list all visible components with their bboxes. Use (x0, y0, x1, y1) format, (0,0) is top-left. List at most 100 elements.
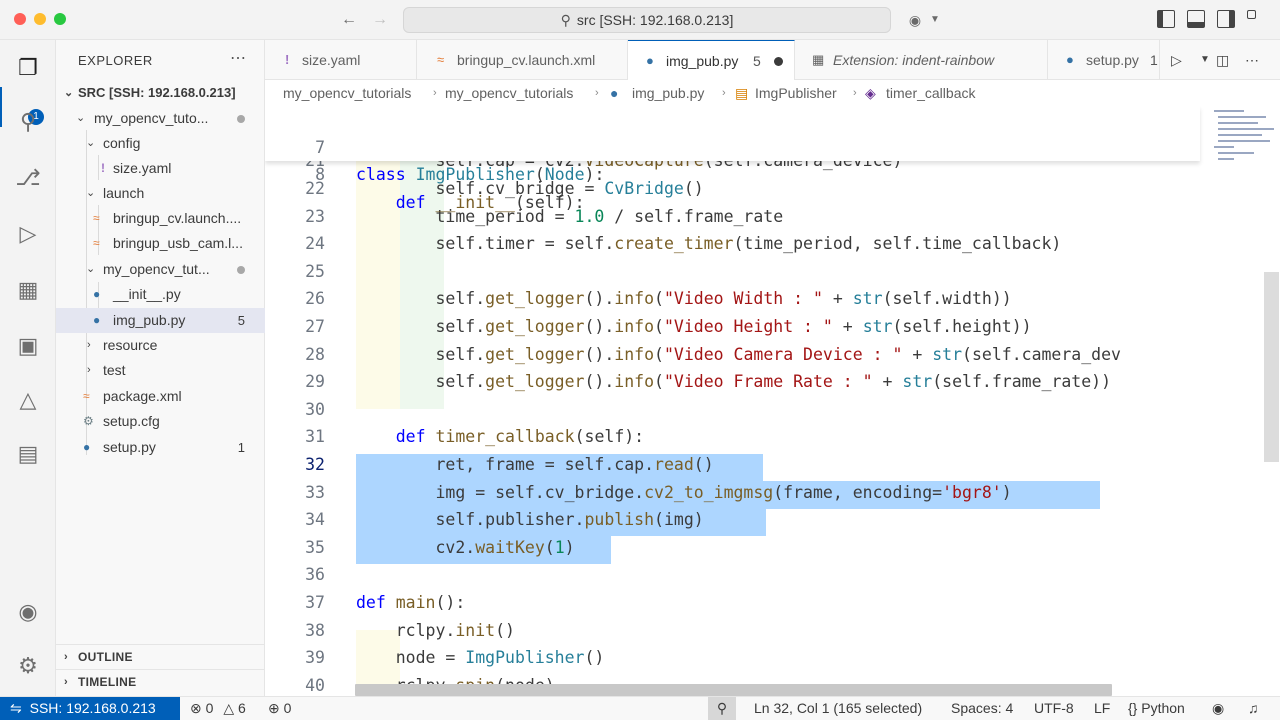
language-mode[interactable]: {} Python (1128, 697, 1185, 720)
code-line[interactable]: 32 ret, frame = self.cap.read() (265, 451, 1205, 479)
more-actions-icon[interactable]: ⋯ (230, 48, 246, 68)
problem-count-badge: 5 (237, 313, 245, 328)
ports-indicator[interactable]: ⊕ 0 (268, 697, 291, 720)
tree-file-init-py[interactable]: ● __init__.py (56, 282, 265, 307)
tab-size-yaml[interactable]: ! size.yaml (265, 40, 417, 80)
tree-file-setup-cfg[interactable]: ⚙ setup.cfg (56, 409, 265, 434)
zoom-window-button[interactable] (54, 13, 66, 25)
code-line[interactable]: 36 (265, 561, 1205, 589)
minimap-line (1218, 128, 1274, 130)
minimize-window-button[interactable] (34, 13, 46, 25)
tree-file-setup-py[interactable]: ● setup.py 1 (56, 435, 265, 460)
toggle-sidebar-icon[interactable] (1157, 10, 1175, 28)
tree-file-bringup-cv[interactable]: ≈ bringup_cv.launch.... (56, 206, 265, 231)
code-line[interactable]: 39 node = ImgPublisher() (265, 644, 1205, 672)
source-control-icon[interactable]: ⎇ (14, 164, 42, 192)
tree-item-label: setup.cfg (103, 413, 160, 429)
code-line[interactable]: 25 (265, 258, 1205, 286)
gear-icon: ⚙ (83, 414, 94, 428)
vertical-scrollbar[interactable] (1264, 272, 1279, 462)
cursor-position[interactable]: Ln 32, Col 1 (165 selected) (754, 697, 922, 720)
workspace-root-label: SRC [SSH: 192.168.0.213] (78, 85, 236, 100)
line-number: 26 (305, 289, 325, 309)
tab-setup-py[interactable]: ● setup.py 1 (1048, 40, 1160, 80)
indentation[interactable]: Spaces: 4 (951, 697, 1013, 720)
workspace-root[interactable]: ⌄ SRC [SSH: 192.168.0.213] (56, 81, 265, 105)
code-line[interactable]: 38 rclpy.init() (265, 617, 1205, 645)
class-symbol-icon: ▤ (735, 85, 749, 101)
code-line[interactable]: 24 self.timer = self.create_timer(time_p… (265, 230, 1205, 258)
code-line[interactable]: 33 img = self.cv_bridge.cv2_to_imgmsg(fr… (265, 479, 1205, 507)
code-line[interactable]: 35 cv2.waitKey(1) (265, 534, 1205, 562)
code-line[interactable]: 26 self.get_logger().info("Video Width :… (265, 285, 1205, 313)
toggle-panel-icon[interactable] (1187, 10, 1205, 28)
end-of-line[interactable]: LF (1094, 697, 1110, 720)
tree-file-size-yaml[interactable]: ! size.yaml (56, 156, 265, 181)
code-line[interactable]: 29 self.get_logger().info("Video Frame R… (265, 368, 1205, 396)
code-line[interactable]: 31 def timer_callback(self): (265, 423, 1205, 451)
account-icon[interactable]: ◉ (14, 598, 42, 626)
minimap[interactable] (1210, 106, 1280, 176)
tree-folder-launch[interactable]: ⌄ launch (56, 181, 265, 206)
tree-folder-module[interactable]: ⌄ my_opencv_tut... (56, 257, 265, 282)
tree-item-label: resource (103, 337, 158, 353)
remote-explorer-icon[interactable]: ▣ (14, 332, 42, 360)
ports-icon[interactable]: ▤ (14, 440, 42, 468)
encoding[interactable]: UTF-8 (1034, 697, 1074, 720)
sticky-scroll[interactable]: 7 class ImgPublisher(Node): 8 def __init… (265, 106, 1200, 212)
tab-extension-indent-rainbow[interactable]: ▦ Extension: indent-rainbow (795, 40, 1048, 80)
extensions-icon[interactable]: ▦ (14, 276, 42, 304)
code-text: node = ImgPublisher() (356, 648, 605, 668)
customize-layout-icon[interactable] (1247, 10, 1256, 19)
line-number: 25 (305, 261, 325, 281)
search-icon[interactable]: ⚲ (14, 108, 42, 136)
code-line[interactable]: 30 (265, 396, 1205, 424)
toggle-secondary-sidebar-icon[interactable] (1217, 10, 1235, 28)
tree-folder-resource[interactable]: › resource (56, 333, 265, 358)
more-actions-icon[interactable]: ⋯ (1245, 40, 1259, 80)
line-number: 33 (305, 482, 325, 502)
chevron-down-icon[interactable]: ▼ (1200, 40, 1210, 80)
copilot-icon[interactable]: ◉ (1212, 697, 1224, 720)
code-line[interactable]: 37 def main(): (265, 589, 1205, 617)
split-editor-icon[interactable]: ◫ (1216, 40, 1229, 80)
tree-folder-test[interactable]: › test (56, 358, 265, 383)
tree-file-package-xml[interactable]: ≈ package.xml (56, 384, 265, 409)
minimap-line (1218, 116, 1266, 118)
timeline-section[interactable]: › TIMELINE (56, 669, 265, 694)
breadcrumb-item[interactable]: my_opencv_tutorials (445, 80, 573, 106)
breadcrumb-item[interactable]: timer_callback (886, 80, 975, 106)
code-line[interactable]: 34 self.publisher.publish(img) (265, 506, 1205, 534)
tree-item-label: bringup_cv.launch.... (113, 210, 242, 226)
explorer-icon[interactable]: ❐ (14, 54, 42, 82)
horizontal-scrollbar[interactable] (355, 684, 1112, 696)
breadcrumb-item[interactable]: img_pub.py (632, 80, 704, 106)
command-center[interactable]: ⚲ src [SSH: 192.168.0.213] (403, 7, 891, 33)
problems-indicator[interactable]: ⊗ 0 △ 6 (190, 697, 246, 720)
bell-icon[interactable]: ♫ (1248, 697, 1259, 720)
tree-folder-config[interactable]: ⌄ config (56, 131, 265, 156)
run-debug-icon[interactable]: ▷ (14, 220, 42, 248)
testing-icon[interactable]: △ (14, 386, 42, 414)
breadcrumb-item[interactable]: my_opencv_tutorials (283, 80, 411, 106)
remote-indicator[interactable]: ⇋ SSH: 192.168.0.213 (0, 697, 180, 720)
tab-bringup-cv-launch[interactable]: ≈ bringup_cv.launch.xml (417, 40, 628, 80)
code-line[interactable]: 28 self.get_logger().info("Video Camera … (265, 341, 1205, 369)
breadcrumb-item[interactable]: ImgPublisher (755, 80, 837, 106)
tree-file-img-pub[interactable]: ● img_pub.py 5 (56, 308, 265, 333)
outline-section[interactable]: › OUTLINE (56, 644, 265, 669)
code-editor[interactable]: 21 self.cap = cv2.VideoCapture(self.came… (265, 106, 1280, 696)
tree-file-bringup-usb-cam[interactable]: ≈ bringup_usb_cam.l... (56, 231, 265, 256)
back-arrow-icon[interactable]: ← (338, 9, 360, 31)
zoom-icon[interactable]: ⚲ (708, 697, 736, 720)
tree-item-label: test (103, 362, 126, 378)
gear-icon[interactable]: ⚙ (14, 652, 42, 680)
chevron-down-icon[interactable]: ▼ (924, 9, 946, 31)
code-line[interactable]: 27 self.get_logger().info("Video Height … (265, 313, 1205, 341)
unsaved-dot[interactable] (774, 57, 783, 66)
run-icon[interactable]: ▷ (1171, 40, 1182, 80)
tree-folder-package[interactable]: ⌄ my_opencv_tuto... (56, 106, 265, 131)
tab-img-pub[interactable]: ● img_pub.py 5 (628, 40, 795, 81)
close-window-button[interactable] (14, 13, 26, 25)
copilot-icon[interactable]: ◉ (904, 9, 926, 31)
